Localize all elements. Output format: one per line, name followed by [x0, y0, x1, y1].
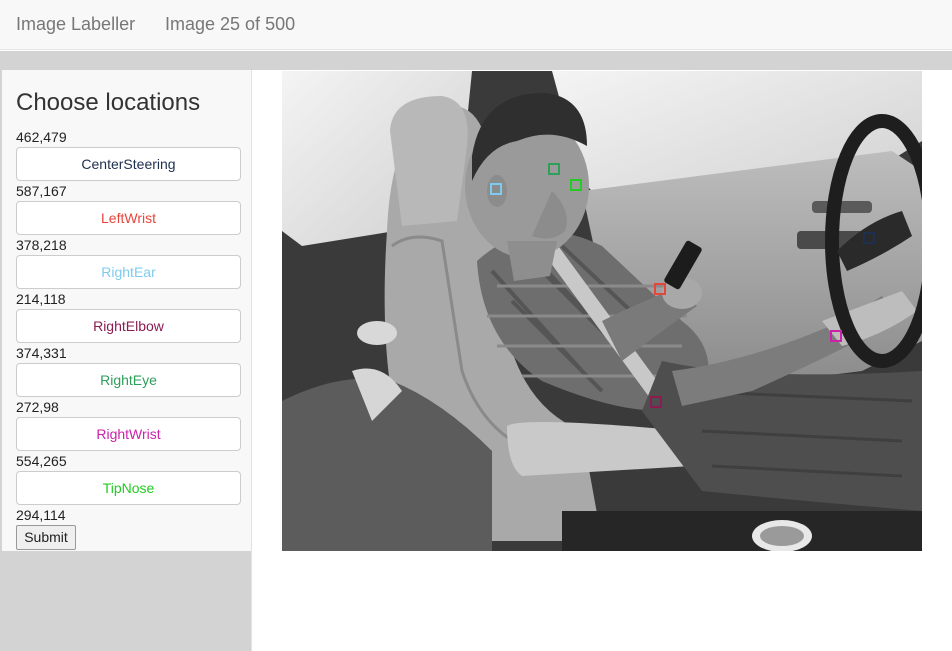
coord-readout-leftwrist: 587,167 — [16, 183, 67, 199]
coord-readout-last: 294,114 — [16, 507, 66, 523]
coord-readout-tipnose: 554,265 — [16, 453, 67, 469]
image-counter[interactable]: Image 25 of 500 — [165, 14, 295, 35]
label-button-rightelbow[interactable]: RightElbow — [16, 309, 241, 343]
labelling-image[interactable] — [282, 71, 922, 551]
label-button-rightwrist[interactable]: RightWrist — [16, 417, 241, 451]
navbar: Image Labeller Image 25 of 500 — [0, 0, 952, 50]
submit-button[interactable]: Submit — [16, 525, 76, 550]
sidebar-bottom-fill — [0, 551, 251, 651]
sidebar-divider — [251, 70, 252, 651]
label-button-rightear[interactable]: RightEar — [16, 255, 241, 289]
label-button-leftwrist[interactable]: LeftWrist — [16, 201, 241, 235]
coord-readout-centersteering: 462,479 — [16, 129, 67, 145]
driver-photo[interactable] — [282, 71, 922, 551]
coord-readout-rightelbow: 214,118 — [16, 291, 66, 307]
header-spacer — [0, 51, 952, 70]
coord-readout-rightear: 378,218 — [16, 237, 67, 253]
coord-readout-rightwrist: 272,98 — [16, 399, 59, 415]
coord-readout-righteye: 374,331 — [16, 345, 67, 361]
label-button-tipnose[interactable]: TipNose — [16, 471, 241, 505]
sidebar-title: Choose locations — [16, 89, 201, 116]
label-button-righteye[interactable]: RightEye — [16, 363, 241, 397]
app-title[interactable]: Image Labeller — [16, 14, 135, 35]
label-button-centersteering[interactable]: CenterSteering — [16, 147, 241, 181]
